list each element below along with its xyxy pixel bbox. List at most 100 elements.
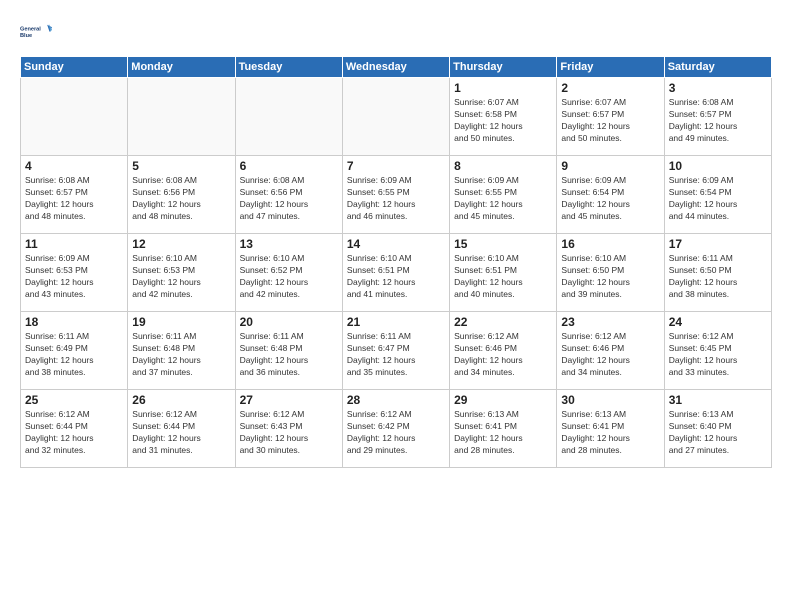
logo: General Blue bbox=[20, 16, 52, 48]
day-number: 23 bbox=[561, 315, 659, 329]
day-info: Sunrise: 6:08 AM Sunset: 6:57 PM Dayligh… bbox=[669, 97, 767, 145]
day-number: 27 bbox=[240, 393, 338, 407]
day-number: 19 bbox=[132, 315, 230, 329]
calendar-cell: 8 Sunrise: 6:09 AM Sunset: 6:55 PM Daylig… bbox=[450, 156, 557, 234]
day-info: Sunrise: 6:13 AM Sunset: 6:40 PM Dayligh… bbox=[669, 409, 767, 457]
calendar-cell: 16Sunrise: 6:10 AM Sunset: 6:50 PM Dayli… bbox=[557, 234, 664, 312]
day-number: 31 bbox=[669, 393, 767, 407]
calendar-cell: 28 Sunrise: 6:12 AM Sunset: 6:42 PM Dayli… bbox=[342, 390, 449, 468]
calendar-cell: 30Sunrise: 6:13 AM Sunset: 6:41 PM Dayli… bbox=[557, 390, 664, 468]
calendar-cell: 6 Sunrise: 6:08 AM Sunset: 6:56 PM Daylig… bbox=[235, 156, 342, 234]
logo-icon: General Blue bbox=[20, 16, 52, 48]
day-number: 15 bbox=[454, 237, 552, 251]
calendar-cell: 26 Sunrise: 6:12 AM Sunset: 6:44 PM Dayli… bbox=[128, 390, 235, 468]
calendar-cell: 18 Sunrise: 6:11 AM Sunset: 6:49 PM Dayli… bbox=[21, 312, 128, 390]
day-info: Sunrise: 6:12 AM Sunset: 6:44 PM Dayligh… bbox=[132, 409, 230, 457]
day-info: Sunrise: 6:11 AM Sunset: 6:49 PM Dayligh… bbox=[25, 331, 123, 379]
day-number: 17 bbox=[669, 237, 767, 251]
calendar: SundayMondayTuesdayWednesdayThursdayFrid… bbox=[20, 56, 772, 468]
day-info: Sunrise: 6:12 AM Sunset: 6:46 PM Dayligh… bbox=[561, 331, 659, 379]
calendar-cell: 4Sunrise: 6:08 AM Sunset: 6:57 PM Daylig… bbox=[21, 156, 128, 234]
day-info: Sunrise: 6:13 AM Sunset: 6:41 PM Dayligh… bbox=[454, 409, 552, 457]
day-number: 13 bbox=[240, 237, 338, 251]
col-header-tuesday: Tuesday bbox=[235, 57, 342, 78]
day-number: 11 bbox=[25, 237, 123, 251]
calendar-cell: 19 Sunrise: 6:11 AM Sunset: 6:48 PM Dayli… bbox=[128, 312, 235, 390]
day-info: Sunrise: 6:10 AM Sunset: 6:51 PM Dayligh… bbox=[454, 253, 552, 301]
calendar-cell: 22 Sunrise: 6:12 AM Sunset: 6:46 PM Dayli… bbox=[450, 312, 557, 390]
calendar-cell: 25 Sunrise: 6:12 AM Sunset: 6:44 PM Dayli… bbox=[21, 390, 128, 468]
calendar-cell: 31 Sunrise: 6:13 AM Sunset: 6:40 PM Dayli… bbox=[664, 390, 771, 468]
day-number: 29 bbox=[454, 393, 552, 407]
day-info: Sunrise: 6:09 AM Sunset: 6:55 PM Dayligh… bbox=[454, 175, 552, 223]
day-number: 20 bbox=[240, 315, 338, 329]
day-info: Sunrise: 6:07 AM Sunset: 6:58 PM Dayligh… bbox=[454, 97, 552, 145]
calendar-cell: 21 Sunrise: 6:11 AM Sunset: 6:47 PM Dayli… bbox=[342, 312, 449, 390]
calendar-cell: 11 Sunrise: 6:09 AM Sunset: 6:53 PM Dayli… bbox=[21, 234, 128, 312]
calendar-cell bbox=[342, 78, 449, 156]
calendar-cell: 12 Sunrise: 6:10 AM Sunset: 6:53 PM Dayli… bbox=[128, 234, 235, 312]
day-number: 3 bbox=[669, 81, 767, 95]
calendar-cell: 10Sunrise: 6:09 AM Sunset: 6:54 PM Dayli… bbox=[664, 156, 771, 234]
day-number: 21 bbox=[347, 315, 445, 329]
calendar-cell bbox=[128, 78, 235, 156]
col-header-monday: Monday bbox=[128, 57, 235, 78]
day-number: 7 bbox=[347, 159, 445, 173]
col-header-thursday: Thursday bbox=[450, 57, 557, 78]
day-info: Sunrise: 6:12 AM Sunset: 6:45 PM Dayligh… bbox=[669, 331, 767, 379]
day-number: 12 bbox=[132, 237, 230, 251]
day-info: Sunrise: 6:11 AM Sunset: 6:48 PM Dayligh… bbox=[132, 331, 230, 379]
day-info: Sunrise: 6:12 AM Sunset: 6:43 PM Dayligh… bbox=[240, 409, 338, 457]
day-number: 16 bbox=[561, 237, 659, 251]
day-info: Sunrise: 6:09 AM Sunset: 6:55 PM Dayligh… bbox=[347, 175, 445, 223]
day-info: Sunrise: 6:10 AM Sunset: 6:51 PM Dayligh… bbox=[347, 253, 445, 301]
calendar-cell: 27 Sunrise: 6:12 AM Sunset: 6:43 PM Dayli… bbox=[235, 390, 342, 468]
calendar-cell: 7 Sunrise: 6:09 AM Sunset: 6:55 PM Daylig… bbox=[342, 156, 449, 234]
calendar-cell: 1Sunrise: 6:07 AM Sunset: 6:58 PM Daylig… bbox=[450, 78, 557, 156]
day-info: Sunrise: 6:10 AM Sunset: 6:53 PM Dayligh… bbox=[132, 253, 230, 301]
day-info: Sunrise: 6:08 AM Sunset: 6:56 PM Dayligh… bbox=[132, 175, 230, 223]
day-info: Sunrise: 6:08 AM Sunset: 6:56 PM Dayligh… bbox=[240, 175, 338, 223]
calendar-cell: 2Sunrise: 6:07 AM Sunset: 6:57 PM Daylig… bbox=[557, 78, 664, 156]
page: General Blue SundayMondayTuesdayWednesda… bbox=[0, 0, 792, 612]
day-info: Sunrise: 6:12 AM Sunset: 6:44 PM Dayligh… bbox=[25, 409, 123, 457]
col-header-friday: Friday bbox=[557, 57, 664, 78]
day-info: Sunrise: 6:12 AM Sunset: 6:42 PM Dayligh… bbox=[347, 409, 445, 457]
calendar-cell: 29 Sunrise: 6:13 AM Sunset: 6:41 PM Dayli… bbox=[450, 390, 557, 468]
day-number: 25 bbox=[25, 393, 123, 407]
calendar-cell: 5Sunrise: 6:08 AM Sunset: 6:56 PM Daylig… bbox=[128, 156, 235, 234]
svg-text:Blue: Blue bbox=[20, 33, 32, 39]
calendar-cell: 17 Sunrise: 6:11 AM Sunset: 6:50 PM Dayli… bbox=[664, 234, 771, 312]
header: General Blue bbox=[20, 16, 772, 48]
calendar-cell bbox=[21, 78, 128, 156]
day-info: Sunrise: 6:11 AM Sunset: 6:50 PM Dayligh… bbox=[669, 253, 767, 301]
day-number: 2 bbox=[561, 81, 659, 95]
day-number: 8 bbox=[454, 159, 552, 173]
day-number: 24 bbox=[669, 315, 767, 329]
day-info: Sunrise: 6:09 AM Sunset: 6:53 PM Dayligh… bbox=[25, 253, 123, 301]
calendar-cell: 13 Sunrise: 6:10 AM Sunset: 6:52 PM Dayli… bbox=[235, 234, 342, 312]
day-number: 14 bbox=[347, 237, 445, 251]
svg-text:General: General bbox=[20, 26, 41, 32]
day-info: Sunrise: 6:10 AM Sunset: 6:52 PM Dayligh… bbox=[240, 253, 338, 301]
calendar-cell: 24 Sunrise: 6:12 AM Sunset: 6:45 PM Dayli… bbox=[664, 312, 771, 390]
day-number: 4 bbox=[25, 159, 123, 173]
day-number: 10 bbox=[669, 159, 767, 173]
day-info: Sunrise: 6:12 AM Sunset: 6:46 PM Dayligh… bbox=[454, 331, 552, 379]
day-number: 6 bbox=[240, 159, 338, 173]
day-number: 26 bbox=[132, 393, 230, 407]
day-number: 18 bbox=[25, 315, 123, 329]
calendar-cell: 9 Sunrise: 6:09 AM Sunset: 6:54 PM Daylig… bbox=[557, 156, 664, 234]
day-info: Sunrise: 6:11 AM Sunset: 6:47 PM Dayligh… bbox=[347, 331, 445, 379]
day-number: 9 bbox=[561, 159, 659, 173]
day-number: 28 bbox=[347, 393, 445, 407]
col-header-sunday: Sunday bbox=[21, 57, 128, 78]
col-header-wednesday: Wednesday bbox=[342, 57, 449, 78]
day-info: Sunrise: 6:09 AM Sunset: 6:54 PM Dayligh… bbox=[561, 175, 659, 223]
calendar-cell: 20Sunrise: 6:11 AM Sunset: 6:48 PM Dayli… bbox=[235, 312, 342, 390]
calendar-cell bbox=[235, 78, 342, 156]
col-header-saturday: Saturday bbox=[664, 57, 771, 78]
calendar-cell: 23 Sunrise: 6:12 AM Sunset: 6:46 PM Dayli… bbox=[557, 312, 664, 390]
day-number: 30 bbox=[561, 393, 659, 407]
day-number: 22 bbox=[454, 315, 552, 329]
